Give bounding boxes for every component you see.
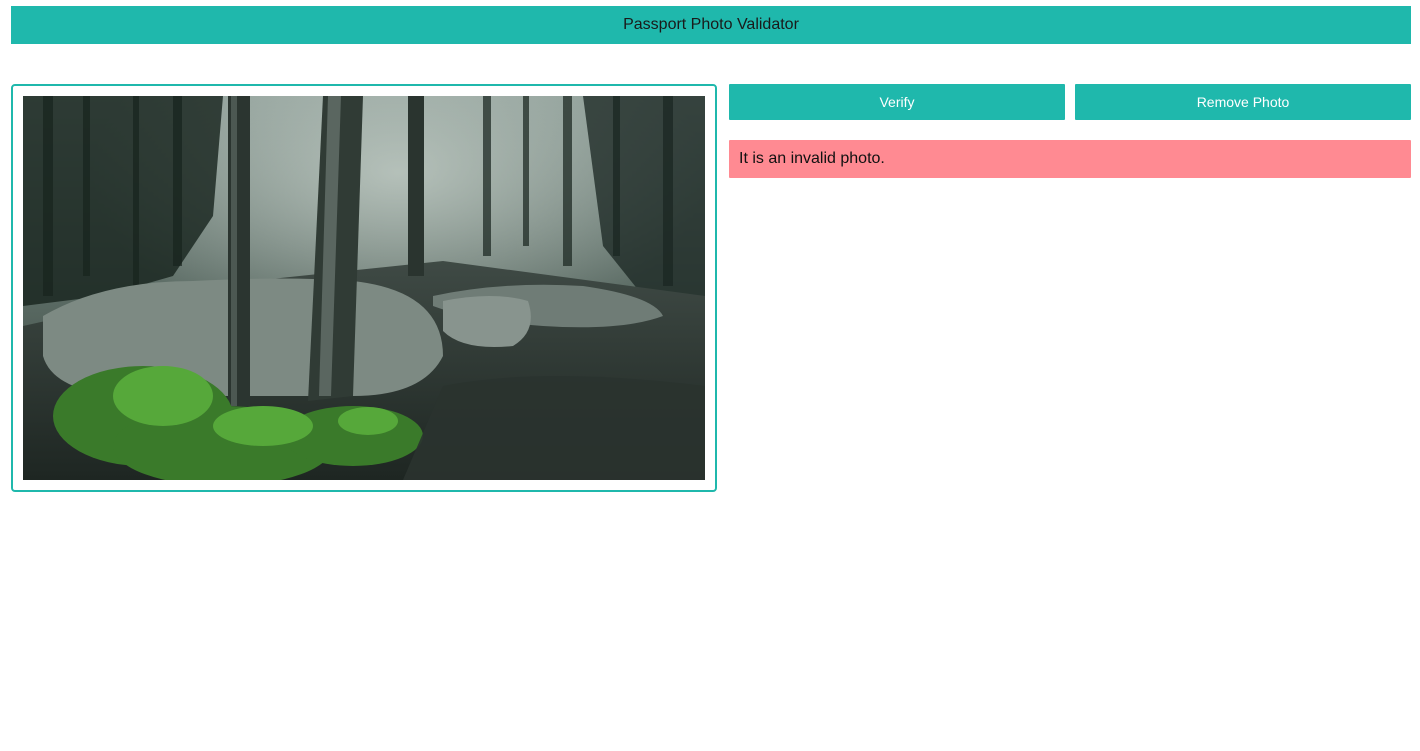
app-header: Passport Photo Validator bbox=[11, 6, 1411, 44]
verify-button[interactable]: Verify bbox=[729, 84, 1065, 120]
photo-preview-frame bbox=[11, 84, 717, 492]
uploaded-photo bbox=[23, 96, 705, 480]
validation-result-alert: It is an invalid photo. bbox=[729, 140, 1411, 178]
remove-photo-button[interactable]: Remove Photo bbox=[1075, 84, 1411, 120]
forest-photo-icon bbox=[23, 96, 705, 480]
page-title: Passport Photo Validator bbox=[623, 16, 799, 33]
validation-message: It is an invalid photo. bbox=[739, 150, 885, 167]
